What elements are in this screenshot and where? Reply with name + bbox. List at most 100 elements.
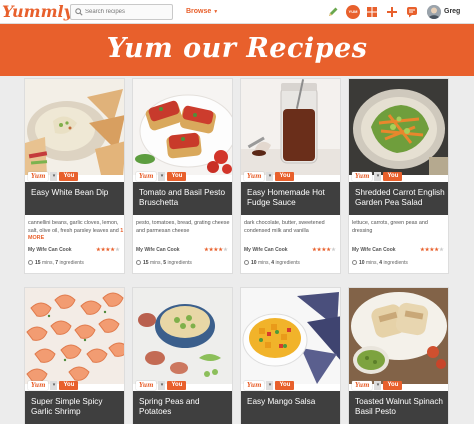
recipe-card[interactable]: Yum ▾ You Tomato and Basil Pesto Brusche… <box>132 78 233 274</box>
recipe-card[interactable]: Yum ▾ You Shredded Carrot English Garden… <box>348 78 449 274</box>
search-input[interactable] <box>85 5 171 19</box>
recipe-photo[interactable] <box>241 288 340 384</box>
tag-row: Yum ▾ You <box>28 381 79 390</box>
yummly-logo[interactable]: Yummly™ <box>2 2 79 22</box>
source-name[interactable]: My Wife Can Cook <box>352 247 396 253</box>
time-unit: mins, <box>257 260 270 266</box>
you-badge[interactable]: You <box>59 172 79 181</box>
recipe-source-row: My Wife Can Cook ★★★★★ <box>352 246 448 254</box>
recipe-title[interactable]: Spring Peas and Potatoes <box>139 397 231 417</box>
tag-row: Yum ▾ You <box>244 381 295 390</box>
recipe-photo[interactable] <box>25 288 124 384</box>
recipe-title[interactable]: Toasted Walnut Spinach Basil Pesto <box>355 397 447 417</box>
recipe-card[interactable]: Yum ▾ You Easy White Bean Dip cannellini… <box>24 78 125 274</box>
search-icon <box>75 8 83 16</box>
recipe-title[interactable]: Super Simple Spicy Garlic Shrimp <box>31 397 123 417</box>
yum-button[interactable]: Yum <box>352 172 373 181</box>
chevron-down-icon[interactable]: ▾ <box>266 381 274 390</box>
time-unit: mins, <box>41 260 54 266</box>
tag-row: Yum ▾ You <box>352 381 403 390</box>
recipe-card[interactable]: Yum ▾ You Easy Mango Salsa <box>240 287 341 424</box>
rating-stars: ★★★★★ <box>96 247 120 253</box>
recipe-title[interactable]: Shredded Carrot English Garden Pea Salad <box>355 188 447 208</box>
recipe-title-bar[interactable]: Super Simple Spicy Garlic Shrimp <box>25 391 124 424</box>
source-name[interactable]: My Wife Can Cook <box>136 247 180 253</box>
you-badge[interactable]: You <box>275 381 295 390</box>
tag-row: Yum ▾ You <box>244 172 295 181</box>
ingredient-count: 7 <box>55 260 59 266</box>
recipe-stats: 15 mins, 5 ingredients <box>136 259 232 267</box>
recipe-title[interactable]: Easy Mango Salsa <box>247 397 339 407</box>
chevron-down-icon[interactable]: ▾ <box>266 172 274 181</box>
ingredient-list: cannellini beans, garlic cloves, lemon, … <box>28 220 124 243</box>
recipe-photo[interactable] <box>133 79 232 175</box>
recipe-title-bar[interactable]: Toasted Walnut Spinach Basil Pesto <box>349 391 448 424</box>
recipe-card[interactable]: Yum ▾ You Easy Homemade Hot Fudge Sauce … <box>240 78 341 274</box>
ingredient-text: dark chocolate, butter, sweetened conden… <box>244 220 325 234</box>
source-name[interactable]: My Wife Can Cook <box>244 247 288 253</box>
rating-stars: ★★★★★ <box>204 247 228 253</box>
recipe-photo[interactable] <box>349 79 448 175</box>
browse-menu-button[interactable]: Browse ▼ <box>186 6 218 18</box>
recipe-photo[interactable] <box>133 288 232 384</box>
pencil-icon[interactable] <box>326 5 340 19</box>
yum-button[interactable]: Yum <box>136 381 157 390</box>
recipe-photo[interactable] <box>25 79 124 175</box>
you-badge[interactable]: You <box>167 172 187 181</box>
yum-button[interactable]: Yum <box>352 381 373 390</box>
rating-stars: ★★★★★ <box>420 247 444 253</box>
time-value: 10 <box>251 260 257 266</box>
username[interactable]: Greg <box>444 6 460 18</box>
yum-button[interactable]: Yum <box>28 381 49 390</box>
recipe-stats: 10 mins, 4 ingredients <box>244 259 340 267</box>
page-banner: Yum our Recipes <box>0 24 474 76</box>
chevron-down-icon[interactable]: ▾ <box>158 381 166 390</box>
chat-icon[interactable] <box>405 5 419 19</box>
chevron-down-icon[interactable]: ▾ <box>50 381 58 390</box>
recipe-photo[interactable] <box>349 288 448 384</box>
ingredient-label: ingredients <box>167 260 192 266</box>
yum-button[interactable]: Yum <box>244 172 265 181</box>
time-unit: mins, <box>149 260 162 266</box>
recipe-title[interactable]: Easy White Bean Dip <box>31 188 123 198</box>
you-badge[interactable]: You <box>59 381 79 390</box>
yum-badge[interactable]: YUM <box>346 5 360 19</box>
recipe-title-bar[interactable]: Easy Homemade Hot Fudge Sauce <box>241 182 340 215</box>
yum-button[interactable]: Yum <box>136 172 157 181</box>
recipe-title-bar[interactable]: Tomato and Basil Pesto Bruschetta <box>133 182 232 215</box>
chevron-down-icon: ▼ <box>213 9 219 15</box>
chevron-down-icon[interactable]: ▾ <box>374 381 382 390</box>
yum-button[interactable]: Yum <box>244 381 265 390</box>
recipe-title-bar[interactable]: Shredded Carrot English Garden Pea Salad <box>349 182 448 215</box>
recipe-card[interactable]: Yum ▾ You Spring Peas and Potatoes <box>132 287 233 424</box>
source-name[interactable]: My Wife Can Cook <box>28 247 72 253</box>
yum-button[interactable]: Yum <box>28 172 49 181</box>
you-badge[interactable]: You <box>167 381 187 390</box>
chevron-down-icon[interactable]: ▾ <box>50 172 58 181</box>
recipe-card[interactable]: Yum ▾ You Toasted Walnut Spinach Basil P… <box>348 287 449 424</box>
recipe-title-bar[interactable]: Easy Mango Salsa <box>241 391 340 424</box>
chevron-down-icon[interactable]: ▾ <box>158 172 166 181</box>
plus-icon[interactable] <box>385 5 399 19</box>
you-badge[interactable]: You <box>383 381 403 390</box>
recipe-photo[interactable] <box>241 79 340 175</box>
search-box[interactable] <box>70 4 173 20</box>
recipe-source-row: My Wife Can Cook ★★★★★ <box>244 246 340 254</box>
chevron-down-icon[interactable]: ▾ <box>374 172 382 181</box>
recipe-card[interactable]: Yum ▾ You Super Simple Spicy Garlic Shri… <box>24 287 125 424</box>
you-badge[interactable]: You <box>383 172 403 181</box>
page-title: Yum our Recipes <box>106 33 368 64</box>
ingredient-list: lettuce, carrots, green peas and dressin… <box>352 220 448 235</box>
browse-label: Browse <box>186 8 212 15</box>
you-badge[interactable]: You <box>275 172 295 181</box>
recipe-title[interactable]: Easy Homemade Hot Fudge Sauce <box>247 188 339 208</box>
recipe-title-bar[interactable]: Spring Peas and Potatoes <box>133 391 232 424</box>
recipe-title[interactable]: Tomato and Basil Pesto Bruschetta <box>139 188 231 208</box>
clock-icon <box>28 260 33 265</box>
grid-icon[interactable] <box>365 5 379 19</box>
recipe-title-bar[interactable]: Easy White Bean Dip <box>25 182 124 215</box>
avatar[interactable] <box>427 5 441 19</box>
clock-icon <box>136 260 141 265</box>
ingredient-text: cannellini beans, garlic cloves, lemon, … <box>28 220 119 234</box>
top-navigation-bar: Yummly™ Browse▼ YUM Greg <box>0 0 474 24</box>
